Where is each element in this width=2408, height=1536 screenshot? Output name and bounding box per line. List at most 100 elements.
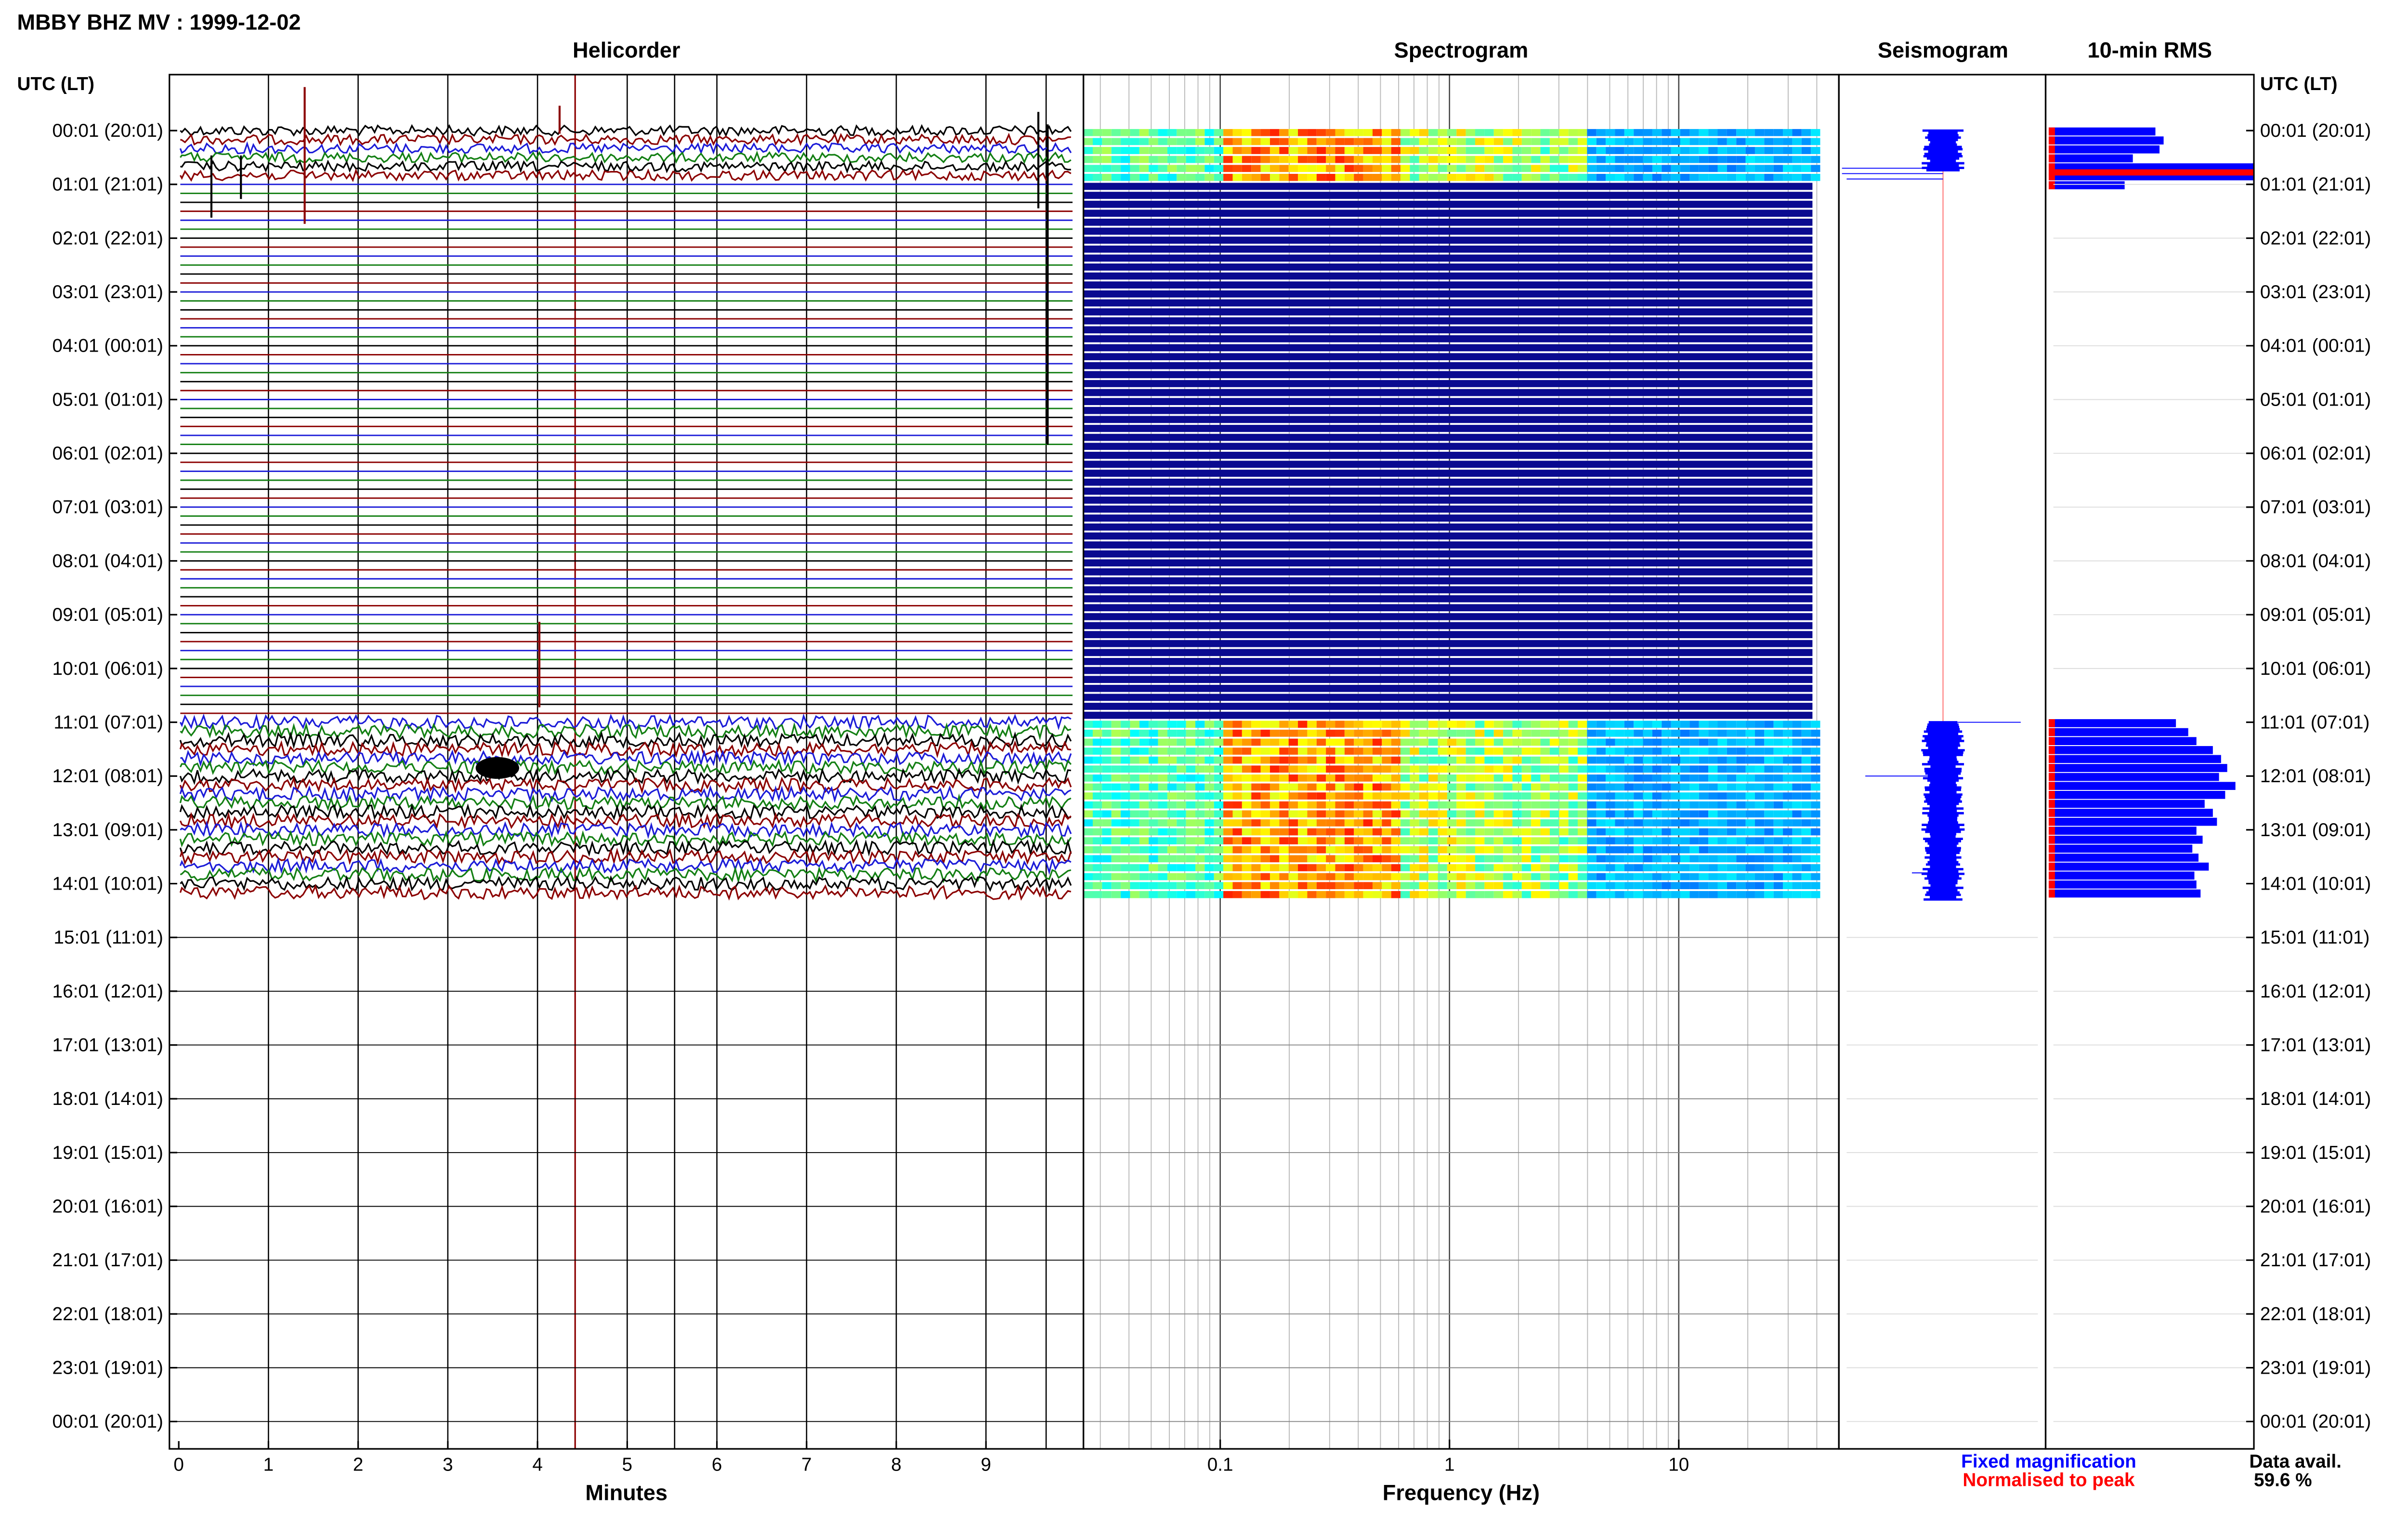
spectrogram-cell <box>1662 864 1671 871</box>
spectrogram-cell <box>1279 864 1289 871</box>
spectrogram-cell <box>1093 792 1102 800</box>
spectrogram-cell <box>1223 721 1233 728</box>
legend-fixed-magnification: Fixed magnification <box>1961 1451 2136 1472</box>
spectrogram-cell <box>1717 748 1727 755</box>
rms-normalised-bar <box>2048 154 2055 163</box>
spectrogram-cell <box>1754 819 1765 827</box>
spectrogram-cell <box>1344 828 1354 836</box>
spectrogram-cell <box>1475 774 1485 782</box>
spectrogram-cell <box>1680 873 1690 880</box>
spectrogram-cell <box>1456 855 1466 863</box>
spectrogram-cell <box>1578 147 1587 154</box>
spectrogram-cell <box>1484 810 1494 818</box>
spectrogram-cell <box>1811 828 1820 836</box>
spectrogram-cell <box>1382 721 1391 728</box>
spectrogram-cell <box>1624 147 1634 154</box>
spectrogram-cell <box>1754 756 1765 764</box>
spectrogram-cell <box>1773 864 1783 871</box>
spectrogram-cell <box>1251 810 1261 818</box>
spectrogram-cell <box>1466 801 1475 809</box>
time-tick-label: 01:01 (21:01) <box>2260 174 2371 195</box>
spectrogram-cell <box>1615 810 1624 818</box>
spectrogram-cell <box>1382 738 1391 746</box>
spectrogram-cell <box>1540 156 1550 163</box>
spectrogram-cell <box>1568 783 1578 791</box>
spectrogram-cell <box>1438 765 1447 773</box>
spectrogram-cell <box>1391 721 1401 728</box>
spectrogram-cell <box>1130 147 1139 154</box>
spectrogram-cell <box>1410 147 1419 154</box>
spectrogram-cell <box>1745 147 1755 154</box>
spectrogram-cell <box>1158 165 1167 172</box>
spectrogram-cell <box>1344 156 1354 163</box>
spectrogram-cell <box>1419 721 1429 728</box>
spectrogram-cell <box>1438 783 1447 791</box>
spectrogram-cell <box>1783 855 1793 863</box>
time-tick-label: 16:01 (12:01) <box>2260 981 2371 1002</box>
spectrogram-cell <box>1792 873 1802 880</box>
spectrogram-cell <box>1456 864 1466 871</box>
spectrogram-cell <box>1269 156 1280 163</box>
spectrogram-cell <box>1344 891 1354 898</box>
spectrogram-cell <box>1643 837 1652 845</box>
spectrogram-cell <box>1149 846 1158 853</box>
spectrogram-cell <box>1204 855 1214 863</box>
spectrogram-cell <box>1615 846 1624 853</box>
spectrogram-cell <box>1363 846 1373 853</box>
spectrogram-cell <box>1512 765 1522 773</box>
spectrogram-cell <box>1363 173 1373 181</box>
time-tick-label: 02:01 (22:01) <box>2260 228 2371 249</box>
spectrogram-cell <box>1242 873 1252 880</box>
spectrogram-cell <box>1335 792 1345 800</box>
spectrogram-cell <box>1410 738 1419 746</box>
spectrogram-cell <box>1372 846 1382 853</box>
spectrogram-cell <box>1624 783 1634 791</box>
spectrogram-cell <box>1466 165 1475 172</box>
spectrogram-cell <box>1354 748 1363 755</box>
spectrogram-cell <box>1559 891 1569 898</box>
spectrogram-cell <box>1354 891 1363 898</box>
spectrogram-cell <box>1503 138 1513 145</box>
spectrogram-cell <box>1149 138 1158 145</box>
spectrogram-cell <box>1269 792 1280 800</box>
spectrogram-cell <box>1158 810 1167 818</box>
spectrogram-cell <box>1634 165 1643 172</box>
spectrogram-cell <box>1466 765 1475 773</box>
spectrogram-cell <box>1410 855 1419 863</box>
spectrogram-cell <box>1186 792 1196 800</box>
spectrogram-cell <box>1531 738 1541 746</box>
time-tick-label: 16:01 (12:01) <box>52 981 163 1002</box>
spectrogram-cell <box>1400 173 1410 181</box>
spectrogram-cell <box>1130 801 1139 809</box>
spectrogram-cell <box>1195 173 1205 181</box>
spectrogram-cell <box>1102 837 1112 845</box>
rms-normalised-bar <box>2048 773 2055 781</box>
spectrogram-cell <box>1344 729 1354 737</box>
spectrogram-cell <box>1307 828 1317 836</box>
spectrogram-cell <box>1167 756 1177 764</box>
spectrogram-cell <box>1307 864 1317 871</box>
spectrogram-cell <box>1354 147 1363 154</box>
spectrogram-cell <box>1149 810 1158 818</box>
spectrogram-cell <box>1606 765 1615 773</box>
spectrogram-cell <box>1717 837 1727 845</box>
spectrogram-cell <box>1269 165 1280 172</box>
spectrogram-cell <box>1792 738 1802 746</box>
spectrogram-cell <box>1344 738 1354 746</box>
spectrogram-cell <box>1717 756 1727 764</box>
spectrogram-cell <box>1083 819 1093 827</box>
spectrogram-cell <box>1316 828 1326 836</box>
spectrogram-cell <box>1456 147 1466 154</box>
spectrogram-cell <box>1708 810 1718 818</box>
spectrogram-cell <box>1671 147 1681 154</box>
spectrogram-cell <box>1680 810 1690 818</box>
spectrogram-cell <box>1335 721 1345 728</box>
spectrogram-cell <box>1391 819 1401 827</box>
spectrogram-cell <box>1811 810 1820 818</box>
time-tick-label: 12:01 (08:01) <box>2260 766 2371 787</box>
spectrogram-cell <box>1568 156 1578 163</box>
spectrogram-cell <box>1615 882 1624 890</box>
spectrogram-cell <box>1344 721 1354 728</box>
spectrogram-cell <box>1111 738 1121 746</box>
spectrogram-cell <box>1363 873 1373 880</box>
